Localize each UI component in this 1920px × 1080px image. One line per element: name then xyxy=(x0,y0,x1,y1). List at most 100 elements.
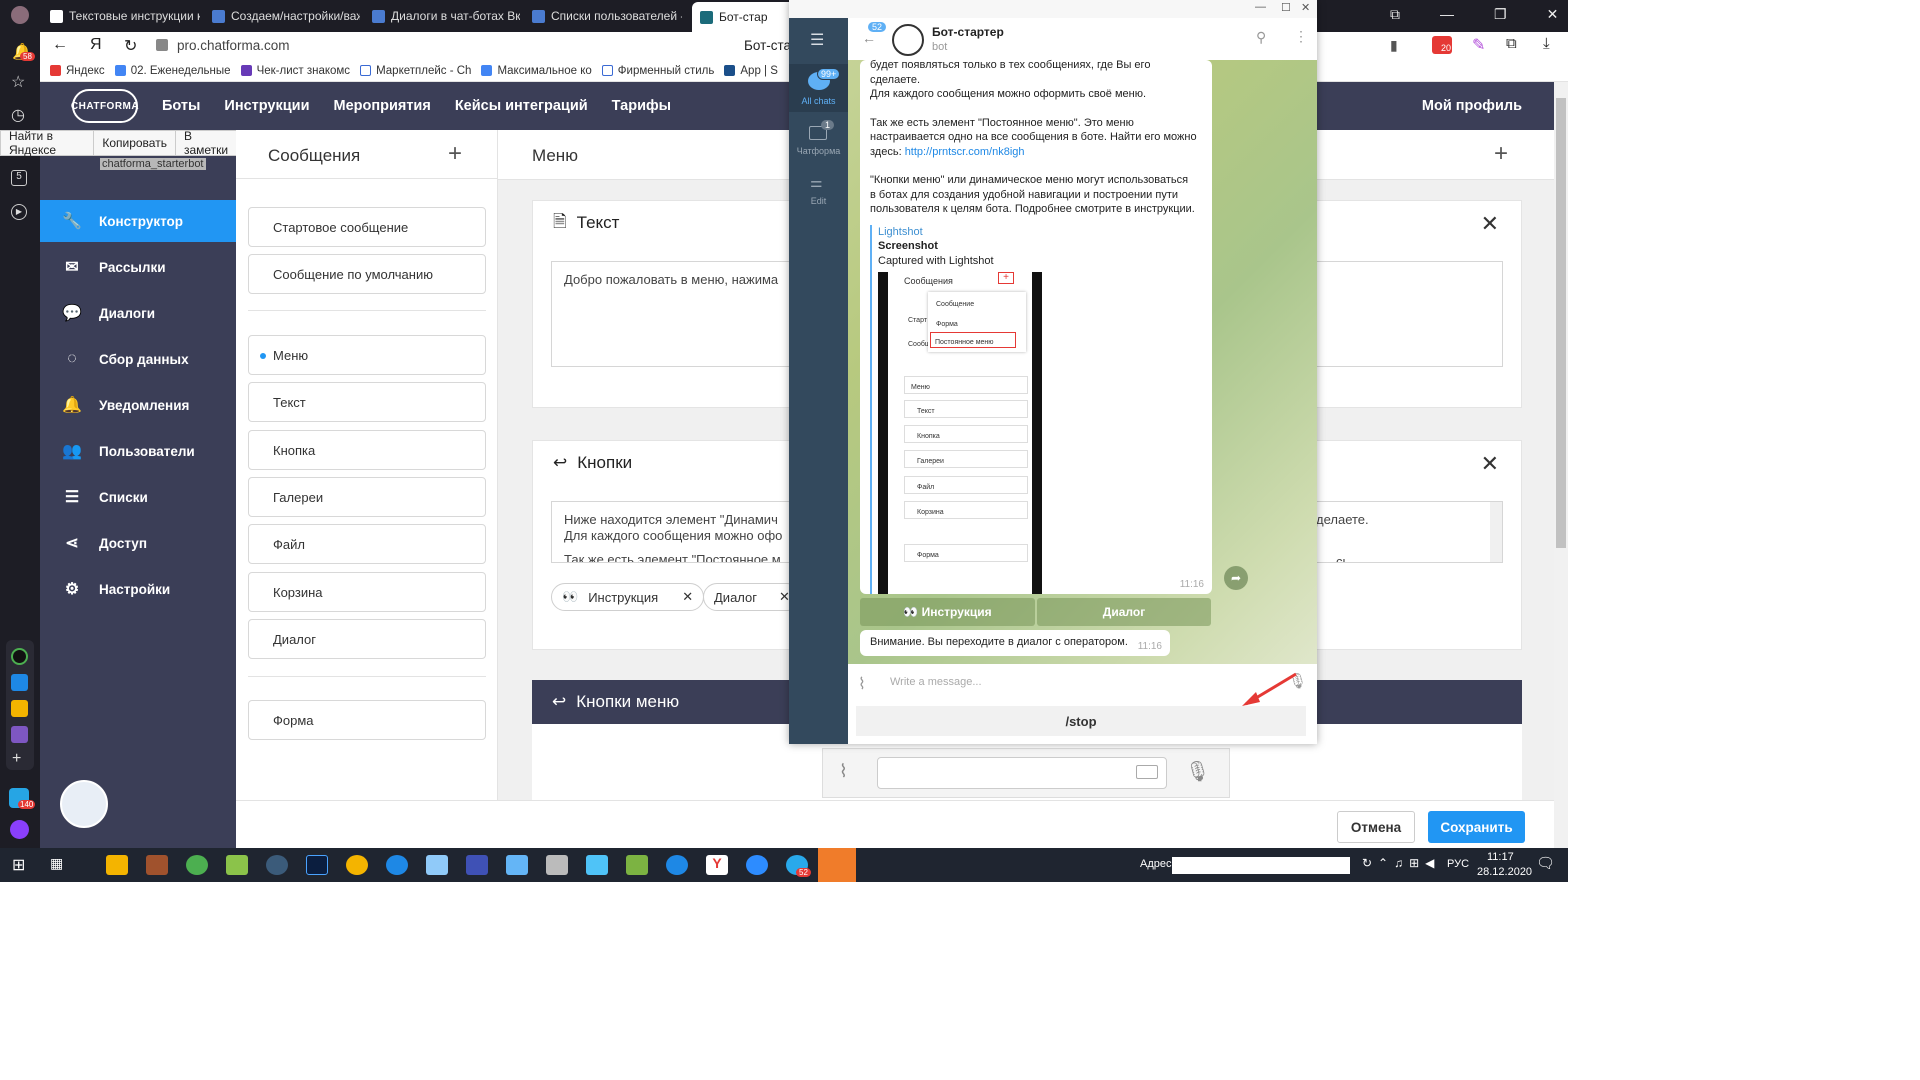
sidebar-item-users[interactable]: 👥 Пользователи xyxy=(40,430,236,472)
clock-date[interactable]: 28.12.2020 xyxy=(1477,866,1532,878)
zoom-icon[interactable] xyxy=(746,855,768,875)
bookmark-checklist[interactable]: Чек-лист знакомс xyxy=(240,65,350,77)
nav-bots[interactable]: Боты xyxy=(162,98,200,114)
language-indicator[interactable]: РУС xyxy=(1447,858,1469,870)
element-file[interactable]: Файл xyxy=(248,524,486,564)
folder-edit[interactable]: ⚌ Edit xyxy=(789,172,848,212)
message-input[interactable]: Write a message... xyxy=(890,676,982,688)
tab-instructions[interactable]: Текстовые инструкции к в xyxy=(50,4,200,28)
task-view-icon[interactable]: ▦ xyxy=(50,855,63,872)
download-icon[interactable]: ⤓ xyxy=(1543,35,1550,52)
close-icon[interactable]: ✕ xyxy=(1301,1,1310,14)
bookmark-style[interactable]: Фирменный стиль xyxy=(601,65,714,77)
clipboard-icon[interactable]: ⧉ xyxy=(1506,35,1517,52)
more-icon[interactable]: ⋮ xyxy=(1294,28,1308,45)
save-app-icon[interactable] xyxy=(466,855,488,875)
minimize-icon[interactable]: — xyxy=(1440,6,1454,23)
text-box[interactable] xyxy=(877,757,1167,789)
yandex-browser-icon[interactable]: Y xyxy=(706,855,728,875)
kb-instruction-button[interactable]: 👀 Инструкция xyxy=(860,598,1035,626)
hamburger-icon[interactable]: ☰ xyxy=(810,30,824,50)
tab-user-lists[interactable]: Списки пользователей - С xyxy=(532,4,682,28)
add-icon[interactable]: + xyxy=(12,750,21,768)
scrollbar[interactable] xyxy=(1490,502,1502,562)
bookmark-yandex[interactable]: Яндекс xyxy=(50,65,105,77)
nav-profile[interactable]: Мой профиль xyxy=(1422,98,1522,114)
folder-chatforma[interactable]: 1 Чатформа xyxy=(789,118,848,166)
windows-start-icon[interactable]: ⊞ xyxy=(12,855,25,875)
tab-dialogs[interactable]: Диалоги в чат-ботах Вк, Ф xyxy=(372,4,520,28)
add-message-button[interactable]: + xyxy=(448,140,462,168)
sidebar-item-notifications[interactable]: 🔔 Уведомления xyxy=(40,384,236,426)
pen-icon[interactable]: ✎ xyxy=(1472,35,1485,55)
chip-instruction[interactable]: 👀 Инструкция ✕ xyxy=(551,583,705,611)
printer-icon[interactable] xyxy=(546,855,568,875)
zoom-app-icon[interactable] xyxy=(666,855,688,875)
address-input[interactable] xyxy=(1172,857,1350,874)
bot-avatar[interactable] xyxy=(892,24,924,56)
app-icon-1[interactable] xyxy=(11,648,28,665)
element-gallery[interactable]: Галереи xyxy=(248,477,486,517)
tabs-icon[interactable]: ⧉ xyxy=(1390,6,1400,23)
history-icon[interactable]: ◷ xyxy=(11,105,25,125)
element-form[interactable]: Форма xyxy=(248,700,486,740)
bookmark-weekly[interactable]: 02. Еженедельные xyxy=(114,65,231,77)
back-icon[interactable]: ← xyxy=(52,36,68,54)
torrent-icon[interactable] xyxy=(186,855,208,875)
keyboard-icon[interactable] xyxy=(1136,765,1158,779)
thunder-icon[interactable] xyxy=(386,855,408,875)
element-button[interactable]: Кнопка xyxy=(248,430,486,470)
active-app-icon[interactable] xyxy=(818,848,856,882)
notifications-icon[interactable]: 🗨 xyxy=(1536,854,1555,872)
mail-icon[interactable] xyxy=(11,700,28,717)
copy-button[interactable]: Копировать xyxy=(94,131,176,155)
sidebar-item-mailings[interactable]: ✉ Рассылки xyxy=(40,246,236,288)
chip-icon[interactable] xyxy=(626,855,648,875)
sidebar-item-constructor[interactable]: 🔧 Конструктор xyxy=(40,200,236,242)
sidebar-item-settings[interactable]: ⚙ Настройки xyxy=(40,568,236,610)
chip-dialog[interactable]: Диалог ✕ xyxy=(703,583,801,611)
book-icon[interactable] xyxy=(586,855,608,875)
cancel-button[interactable]: Отмена xyxy=(1337,811,1415,843)
monitor-icon[interactable] xyxy=(506,855,528,875)
preview-image[interactable]: Сообщения + Старт Сообщ Сообщение Форма … xyxy=(878,272,1042,594)
tab-bot-starter[interactable]: Бот-стар xyxy=(692,2,802,32)
url-field[interactable]: pro.chatforma.com xyxy=(177,38,290,53)
element-text[interactable]: Текст xyxy=(248,382,486,422)
play-icon[interactable]: ▶ xyxy=(11,204,27,220)
to-notes-button[interactable]: В заметки xyxy=(176,129,238,157)
nav-instructions[interactable]: Инструкции xyxy=(224,98,309,114)
close-icon[interactable]: ✕ xyxy=(1481,211,1499,237)
kb-dialog-button[interactable]: Диалог xyxy=(1037,598,1211,626)
bookmark-app[interactable]: App | S xyxy=(724,65,778,77)
reload-icon[interactable]: ↻ xyxy=(124,36,137,56)
link-preview[interactable]: Lightshot Screenshot Captured with Light… xyxy=(870,224,1202,594)
find-in-yandex-button[interactable]: Найти в Яндексе xyxy=(1,129,95,157)
app-icon[interactable] xyxy=(426,855,448,875)
close-icon[interactable]: ✕ xyxy=(1481,451,1499,477)
nav-events[interactable]: Мероприятия xyxy=(333,98,430,114)
save-button[interactable]: Сохранить xyxy=(1428,811,1525,843)
search-icon[interactable]: ⚲ xyxy=(1256,29,1266,46)
add-element-button[interactable]: + xyxy=(1494,140,1508,168)
tab-create-settings[interactable]: Создаем/настройки/важн xyxy=(212,4,360,28)
stop-command-button[interactable]: /stop xyxy=(856,706,1306,736)
profile-avatar[interactable] xyxy=(11,6,29,24)
yandex-icon[interactable]: Я xyxy=(90,36,102,54)
chatforma-mascot[interactable] xyxy=(60,780,108,828)
bookmark-icon[interactable]: ▮ xyxy=(1390,37,1398,54)
clock-time[interactable]: 11:17 xyxy=(1487,851,1514,863)
steam-icon[interactable] xyxy=(266,855,288,875)
element-dialog[interactable]: Диалог xyxy=(248,619,486,659)
photoshop-icon[interactable] xyxy=(306,855,328,875)
sidebar-item-lists[interactable]: ☰ Списки xyxy=(40,476,236,518)
paperclip-icon[interactable]: ⌇ xyxy=(839,761,848,782)
bookmark-marketplace[interactable]: Маркетплейс - Ch xyxy=(360,65,471,77)
paperclip-icon[interactable]: ⌇ xyxy=(858,674,866,694)
default-message-button[interactable]: Сообщение по умолчанию xyxy=(248,254,486,294)
nav-cases[interactable]: Кейсы интеграций xyxy=(455,98,588,114)
close-icon[interactable]: ✕ xyxy=(1547,6,1559,23)
star-icon[interactable]: ☆ xyxy=(11,72,25,92)
forward-icon[interactable]: ➦ xyxy=(1224,566,1248,590)
page-scrollbar[interactable] xyxy=(1554,82,1568,848)
